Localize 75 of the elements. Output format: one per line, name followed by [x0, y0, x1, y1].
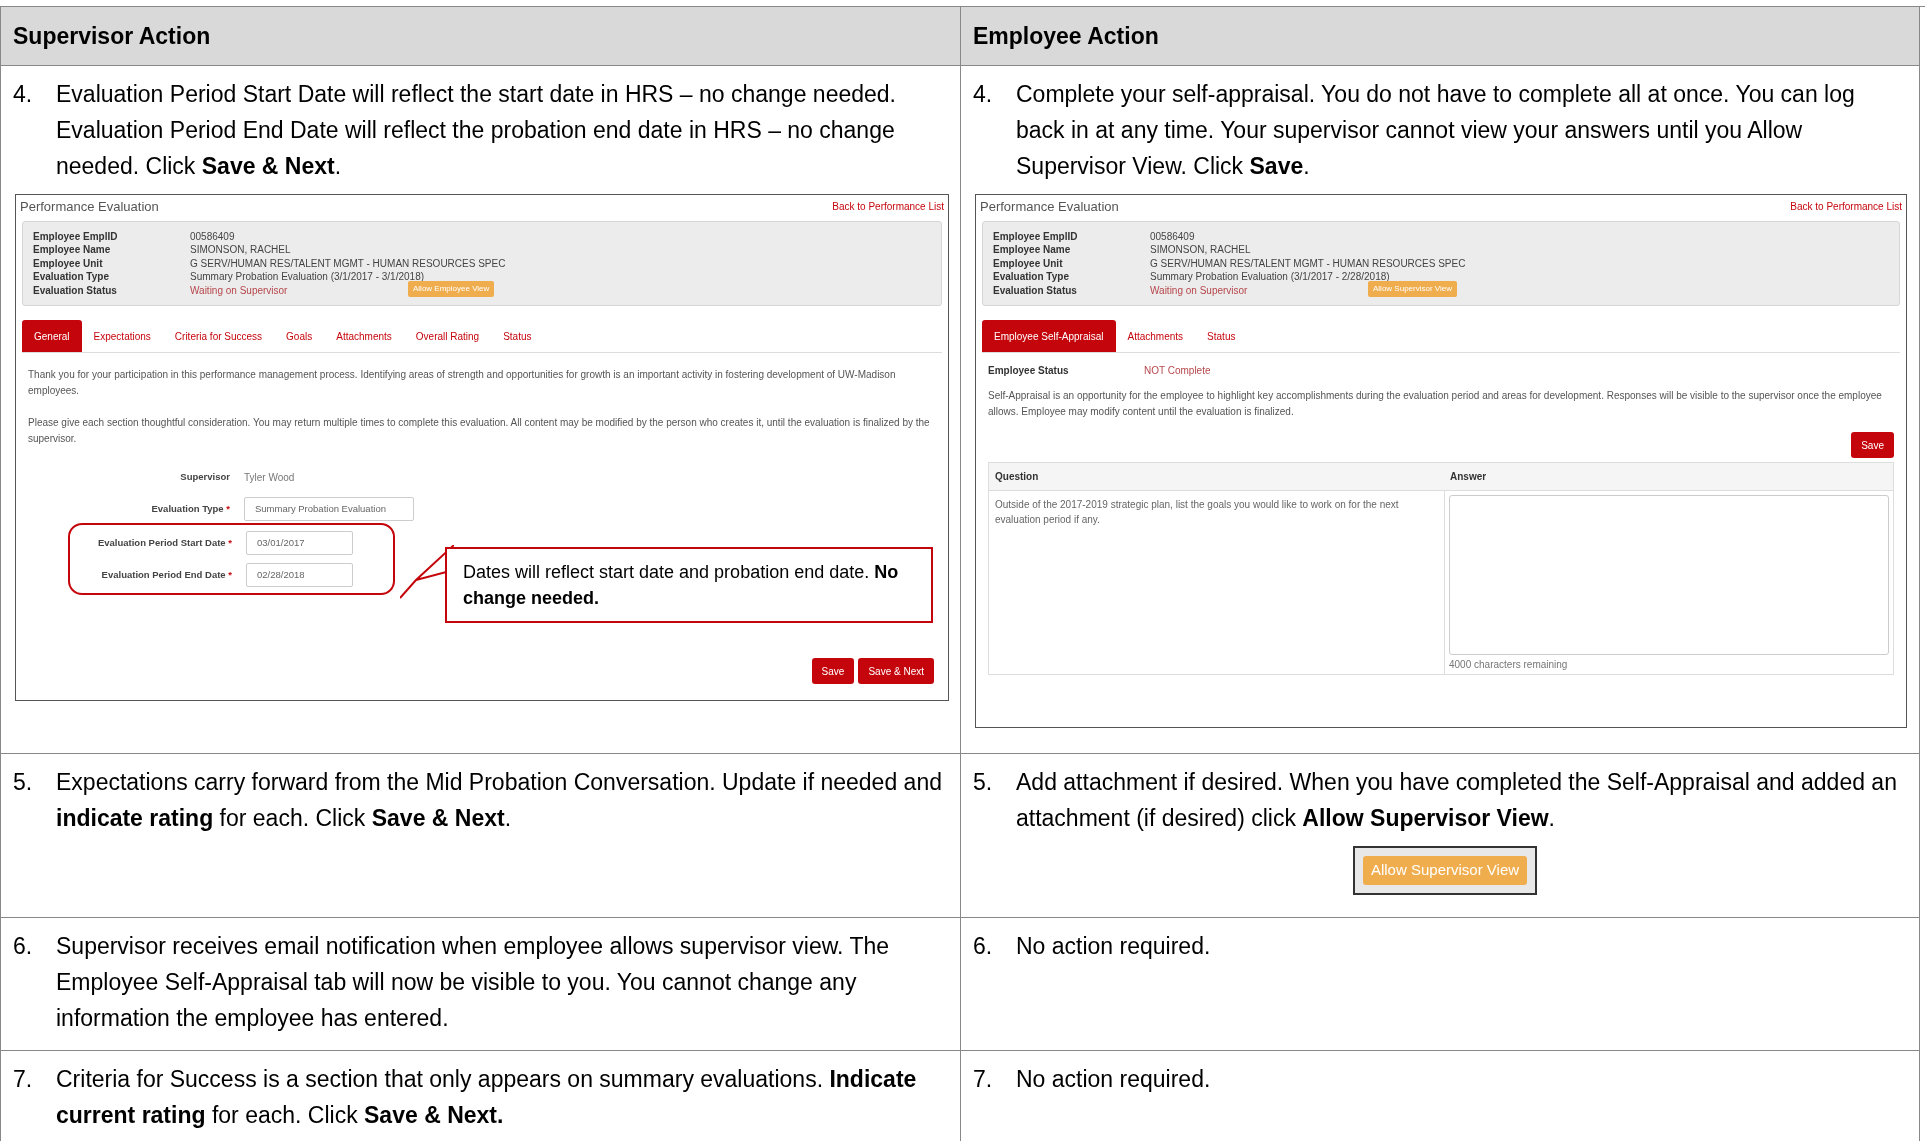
page-title: Performance Evaluation [980, 198, 1119, 216]
info-value: G SERV/HUMAN RES/TALENT MGMT - HUMAN RESOURCES SPEC [190, 256, 506, 270]
step-number: 7. [973, 1065, 994, 1094]
status-label: Employee Status [988, 364, 1070, 378]
info-value: G SERV/HUMAN RES/TALENT MGMT - HUMAN RESOURCES SPEC [1150, 256, 1466, 270]
back-link[interactable]: Back to Performance List [832, 197, 944, 214]
form-label: Supervisor [179, 469, 231, 484]
column-header: Answer [1444, 463, 1893, 491]
save-button[interactable]: Save [1851, 432, 1894, 458]
info-value: SIMONSON, RACHEL [1150, 243, 1251, 257]
intro-paragraph: Thank you for your participation in this performance management process. Identifying areas of strength and opportunities for growth is an important activity in fostering development of UW-Madison employees. [28, 368, 897, 398]
question-text: Outside of the 2017-2019 strategic plan, list the goals you would like to work on for the next evaluation period if any. [995, 498, 1400, 527]
step-instruction: No action required. [1016, 932, 1211, 961]
column-header: Supervisor Action [1, 7, 961, 66]
save-button[interactable]: Save [811, 658, 855, 684]
info-label: Employee Name [33, 243, 112, 257]
callout-text: Dates will reflect start date and probation end date. No change needed. [445, 547, 933, 623]
info-label: Evaluation Status [993, 283, 1078, 297]
step-instruction: Supervisor receives email notification when employee allows supervisor view. The Employee Self-Appraisal tab will now be visible to you. You cannot change any information the employee has entered. [56, 932, 891, 1033]
page-title: Performance Evaluation [20, 198, 159, 216]
tab[interactable]: Expectations [81, 320, 163, 352]
step-number: 6. [973, 932, 994, 961]
save-button[interactable]: Save & Next [858, 658, 934, 684]
info-label: Evaluation Type [993, 270, 1070, 284]
step-number: 4. [973, 80, 994, 109]
step-instruction: Complete your self-appraisal. You do not have to complete all at once. You can log back in at any time. Your supervisor cannot view your answers until you Allow Supervisor View. Click Save. [1016, 80, 1856, 181]
info-value: Summary Probation Evaluation (3/1/2017 - 2/28/2018) [1150, 270, 1390, 284]
step-instruction: Add attachment if desired. When you have completed the Self-Appraisal and added an attachment (if desired) click Allow Supervisor View. [1016, 768, 1898, 833]
form-label: Evaluation Type * [150, 501, 231, 516]
tab[interactable]: Employee Self-Appraisal [982, 320, 1116, 352]
answer-field[interactable] [1449, 495, 1889, 655]
back-link[interactable]: Back to Performance List [1790, 197, 1902, 214]
info-value: SIMONSON, RACHEL [190, 243, 291, 257]
tab[interactable]: Attachments [324, 320, 404, 352]
input-field[interactable]: Summary Probation Evaluation [244, 496, 414, 522]
tab[interactable]: Status [1195, 320, 1248, 352]
info-value: Summary Probation Evaluation (3/1/2017 - 3/1/2018) [190, 270, 425, 284]
info-value: 00586409 [1150, 229, 1195, 243]
info-value: 00586409 [190, 229, 235, 243]
tab[interactable]: Attachments [1115, 320, 1196, 352]
tab[interactable]: Overall Rating [403, 320, 492, 352]
form-label: Evaluation Period Start Date * [96, 535, 233, 550]
step-number: 7. [13, 1065, 34, 1094]
tab[interactable]: Goals [274, 320, 325, 352]
step-number: 5. [973, 768, 994, 797]
info-value: Waiting on Supervisor [190, 283, 288, 297]
info-label: Evaluation Status [33, 283, 118, 297]
intro-paragraph: Self-Appraisal is an opportunity for the employee to highlight key accomplishments during the evaluation period and areas for development. Responses will be visible to the supervisor once the employee allows. Employee may modify content until the evaluation is finalized. [988, 389, 1883, 419]
input-field[interactable]: 02/28/2018 [246, 562, 353, 588]
step-number: 5. [13, 768, 34, 797]
status-value: NOT Complete [1144, 364, 1211, 378]
info-value: Waiting on Supervisor [1150, 283, 1248, 297]
step-instruction: Expectations carry forward from the Mid Probation Conversation. Update if needed and indicate rating for each. Click Save & Next. [56, 768, 943, 833]
info-label: Employee Unit [33, 256, 104, 270]
info-label: Employee Name [993, 243, 1072, 257]
info-label: Employee EmplID [33, 229, 119, 243]
form-label: Evaluation Period End Date * [100, 567, 233, 582]
intro-paragraph: Please give each section thoughtful consideration. You may return multiple times to complete this evaluation. All content may be modified by the person who creates it, until the evaluation is finalized by the supervisor. [28, 416, 931, 446]
info-label: Evaluation Type [33, 270, 110, 284]
tab[interactable]: Criteria for Success [162, 320, 275, 352]
info-label: Employee EmplID [993, 229, 1079, 243]
tab[interactable]: General [22, 320, 82, 352]
tab[interactable]: Status [491, 320, 544, 352]
input-field[interactable]: 03/01/2017 [246, 530, 353, 556]
step-instruction: No action required. [1016, 1065, 1211, 1094]
step-instruction: Evaluation Period Start Date will reflect the start date in HRS – no change needed. Evaluation Period End Date will reflect the probation end date in HRS – no change needed. Click Save & Next. [56, 80, 897, 181]
column-header: Question [989, 463, 1444, 491]
step-number: 6. [13, 932, 34, 961]
step-instruction: Criteria for Success is a section that only appears on summary evaluations. Indicate current rating for each. Click Save & Next. [56, 1065, 918, 1130]
form-value: Tyler Wood [244, 470, 295, 485]
info-label: Employee Unit [993, 256, 1064, 270]
leader-line [400, 545, 454, 600]
column-header: Employee Action [961, 7, 1920, 66]
step-number: 4. [13, 80, 34, 109]
character-counter: 4000 characters remaining [1449, 658, 1569, 672]
